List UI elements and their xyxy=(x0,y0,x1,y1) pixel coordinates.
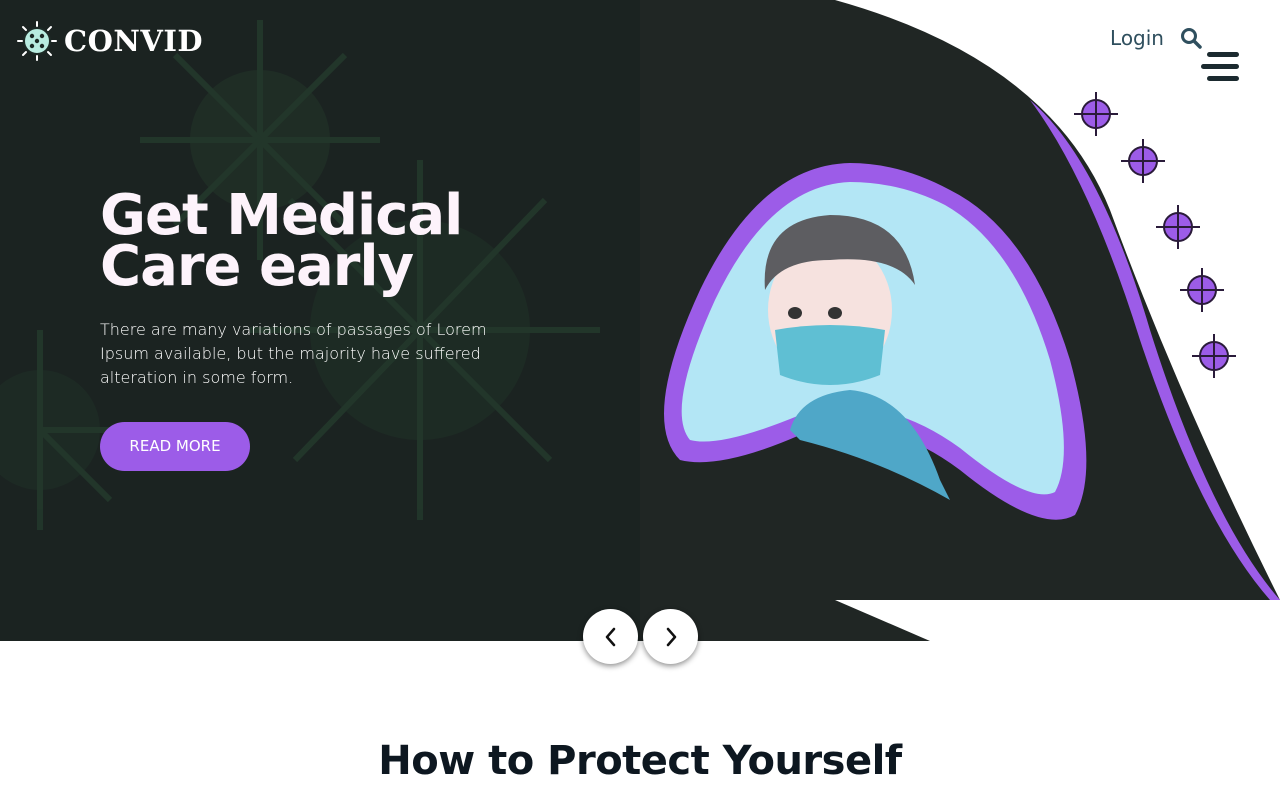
top-nav: Login xyxy=(1110,22,1202,54)
section-title: How to Protect Yourself xyxy=(378,738,902,784)
hamburger-icon[interactable] xyxy=(1201,52,1241,82)
chevron-right-icon xyxy=(666,627,676,646)
search-icon[interactable] xyxy=(1180,27,1202,49)
brand-logo[interactable]: CONVID xyxy=(16,20,203,62)
virus-icon xyxy=(17,21,57,61)
slider-prev-button[interactable] xyxy=(583,609,638,664)
hero-title-line2: Care early xyxy=(100,234,414,299)
chevron-left-icon xyxy=(605,627,615,646)
hero-section: CONVID Login Get Medical Care early Ther… xyxy=(0,0,1280,641)
login-link[interactable]: Login xyxy=(1110,22,1164,54)
slider-next-button[interactable] xyxy=(643,609,698,664)
hero-content: Get Medical Care early There are many va… xyxy=(100,188,520,471)
hero-title: Get Medical Care early xyxy=(100,188,520,295)
hero-description: There are many variations of passages of… xyxy=(100,320,487,387)
read-more-button[interactable]: READ MORE xyxy=(100,422,250,471)
brand-name: CONVID xyxy=(64,24,204,58)
